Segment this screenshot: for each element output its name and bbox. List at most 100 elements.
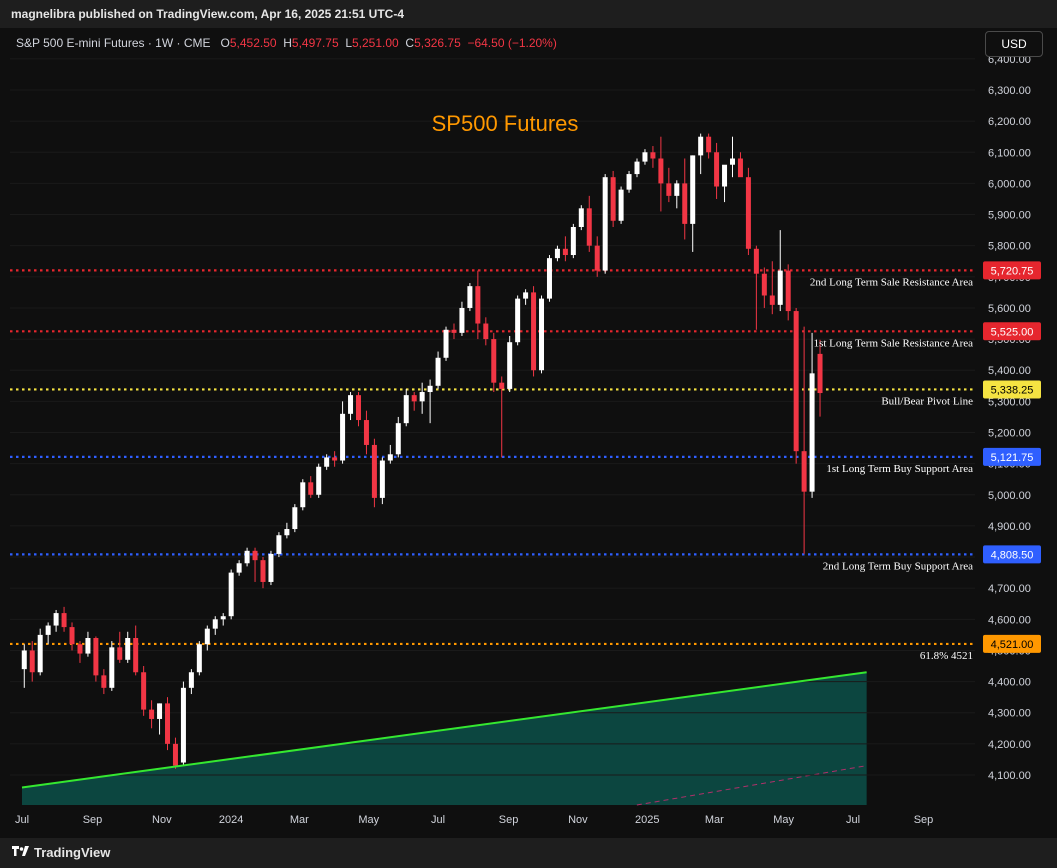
candle-body — [483, 323, 489, 340]
candle-body — [666, 183, 672, 196]
candle-body — [602, 177, 608, 271]
candle-body — [236, 563, 242, 573]
level-price-label: 5,121.75 — [991, 452, 1034, 464]
level-name-label: 1st Long Term Sale Resistance Area — [814, 337, 974, 349]
level-price-label: 5,338.25 — [991, 384, 1034, 396]
chart-svg[interactable]: 4,100.004,200.004,300.004,400.004,500.00… — [0, 28, 1057, 838]
y-tick-label: 5,000.00 — [988, 490, 1031, 502]
x-tick-label: Mar — [290, 814, 309, 826]
candle-body — [196, 644, 202, 673]
level-price-label: 5,525.00 — [991, 326, 1034, 338]
candle-body — [101, 675, 107, 688]
candle-body — [141, 672, 147, 710]
candle-body — [244, 550, 250, 564]
candle-body — [53, 613, 59, 626]
x-tick-label: Sep — [914, 814, 934, 826]
y-tick-label: 4,900.00 — [988, 521, 1031, 533]
candle-body — [268, 553, 274, 582]
candle-body — [459, 307, 465, 333]
candle-body — [363, 420, 369, 445]
candle-body — [125, 638, 131, 660]
candle-body — [69, 627, 75, 645]
candle-body — [300, 482, 306, 508]
candle-body — [21, 650, 27, 670]
candle-body — [674, 183, 680, 196]
candle-body — [435, 357, 441, 386]
candle-body — [387, 454, 393, 461]
x-tick-label: Jul — [431, 814, 445, 826]
candle-body — [714, 152, 720, 187]
candle-body — [539, 298, 545, 371]
candle-body — [117, 647, 123, 660]
candle-body — [817, 353, 823, 394]
candle-body — [45, 625, 51, 635]
tradingview-logo-icon — [12, 846, 29, 856]
legend-close-label: C — [405, 36, 415, 50]
candle-body — [29, 650, 35, 673]
candle-body — [332, 457, 338, 461]
y-tick-label: 6,300.00 — [988, 85, 1031, 97]
candle-body — [729, 158, 735, 165]
x-tick-label: Sep — [83, 814, 103, 826]
legend-high-label: H — [283, 36, 292, 50]
candle-body — [77, 644, 83, 654]
candle-body — [499, 382, 505, 389]
candle-body — [395, 423, 401, 455]
chart-area[interactable]: 4,100.004,200.004,300.004,400.004,500.00… — [0, 28, 1057, 838]
candle-body — [737, 158, 743, 178]
candle-body — [642, 152, 648, 162]
candle-body — [610, 177, 616, 221]
candle-body — [570, 227, 576, 256]
candle-body — [403, 395, 409, 424]
candle-body — [531, 292, 537, 371]
level-name-label: 1st Long Term Buy Support Area — [826, 463, 973, 475]
y-tick-label: 5,900.00 — [988, 210, 1031, 222]
x-tick-label: 2024 — [219, 814, 243, 826]
y-tick-label: 5,400.00 — [988, 365, 1031, 377]
candle-body — [340, 413, 346, 461]
candle-body — [37, 634, 43, 673]
y-tick-label: 4,600.00 — [988, 614, 1031, 626]
candle-body — [149, 709, 155, 719]
candle-body — [252, 550, 258, 561]
legend-symbol: S&P 500 E-mini Futures · 1W · CME — [16, 36, 211, 50]
x-tick-label: Sep — [499, 814, 519, 826]
candle-body — [172, 743, 178, 766]
x-tick-label: Jul — [846, 814, 860, 826]
candle-body — [188, 672, 194, 688]
candle-body — [785, 270, 791, 312]
candle-body — [682, 183, 688, 224]
currency-button[interactable]: USD — [985, 31, 1043, 57]
candle-body — [706, 136, 712, 153]
candle-body — [180, 687, 186, 763]
level-price-label: 4,521.00 — [991, 639, 1034, 651]
candle-body — [777, 270, 783, 305]
x-tick-label: 2025 — [635, 814, 659, 826]
candle-body — [212, 619, 218, 629]
candle-body — [626, 174, 632, 190]
x-tick-label: Nov — [568, 814, 588, 826]
candle-body — [85, 638, 91, 654]
candle-body — [578, 208, 584, 227]
candle-body — [292, 507, 298, 530]
candle-body — [93, 638, 99, 676]
chart-title: SP500 Futures — [432, 111, 579, 136]
candle-body — [586, 208, 592, 246]
y-tick-label: 6,200.00 — [988, 116, 1031, 128]
candle-body — [228, 572, 234, 617]
candle-body — [284, 529, 290, 536]
candle-body — [475, 286, 481, 324]
candle-body — [546, 258, 552, 299]
legend-open-label: O — [220, 36, 230, 50]
level-price-label: 5,720.75 — [991, 265, 1034, 277]
x-tick-label: Jul — [15, 814, 29, 826]
candle-body — [562, 248, 568, 256]
candle-body — [443, 329, 449, 358]
legend-low-label: L — [345, 36, 352, 50]
candle-body — [761, 273, 767, 296]
candle-body — [348, 395, 354, 414]
candle-body — [515, 298, 521, 343]
candle-body — [379, 460, 385, 498]
candle-body — [793, 311, 799, 452]
candle-body — [491, 339, 497, 383]
